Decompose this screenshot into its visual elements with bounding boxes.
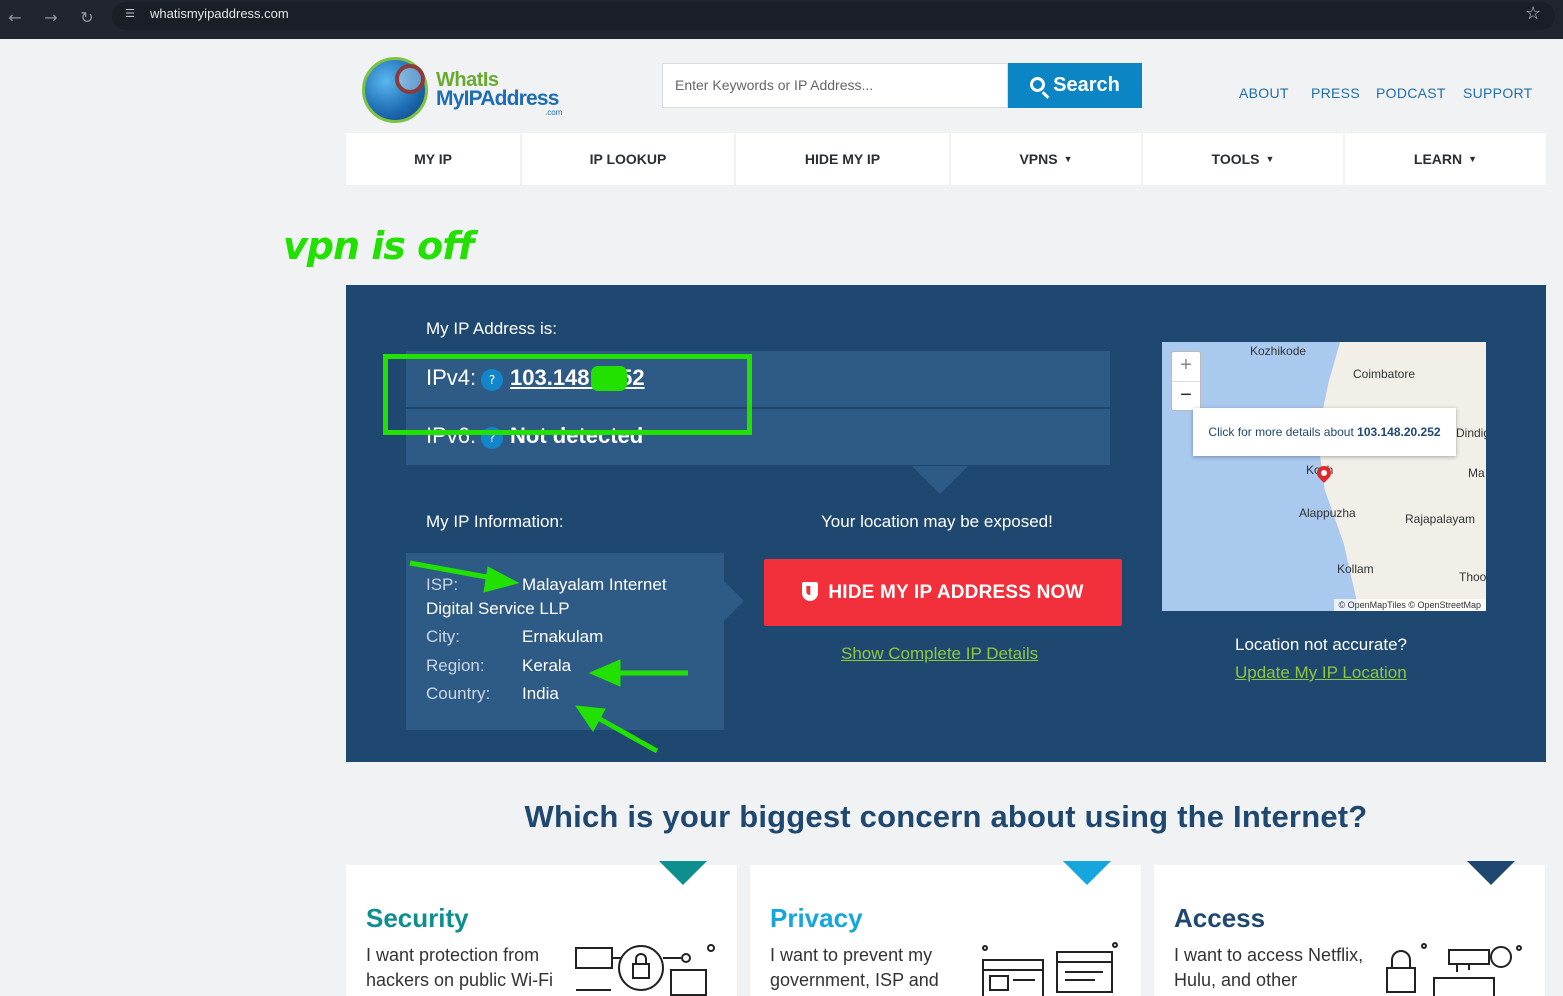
arrow-left-icon[interactable]: ← (4, 7, 26, 29)
nav-label: VPNS (1019, 151, 1058, 167)
main-nav: MY IP IP LOOKUP HIDE MY IP VPNS ▼ TOOLS ▼ … (346, 133, 1546, 185)
caret-down-icon: ▼ (1468, 154, 1478, 164)
map-popup-ip: 103.148.20.252 (1357, 425, 1441, 439)
map-popup-text: Click for more details about (1208, 425, 1354, 439)
nav-label: IP LOOKUP (589, 151, 667, 167)
zoom-out-button[interactable]: − (1172, 381, 1200, 410)
highlight-box (383, 354, 752, 435)
url-text[interactable]: whatismyipaddress.com (150, 6, 289, 21)
star-icon[interactable]: ☆ (1525, 3, 1541, 24)
card-text: I want to prevent my government, ISP and (770, 945, 939, 990)
city-label: City: (426, 627, 460, 646)
map-city-label: Dindig (1456, 426, 1486, 440)
hide-ip-button-label: HIDE MY IP ADDRESS NOW (828, 582, 1084, 603)
info-heading: My IP Information: (426, 512, 564, 531)
nav-my-ip[interactable]: MY IP (346, 133, 520, 185)
region-label: Region: (426, 656, 485, 675)
nav-label: TOOLS (1211, 151, 1260, 167)
search-icon (1030, 77, 1046, 92)
browser-windows-icon (982, 942, 1118, 996)
tune-icon[interactable]: ☰ (122, 6, 138, 22)
hide-ip-button[interactable]: HIDE MY IP ADDRESS NOW (764, 559, 1122, 626)
search-button[interactable]: Search (1008, 63, 1142, 108)
map-zoom-control: + − (1171, 351, 1201, 411)
card-tab-marker (659, 861, 707, 885)
nav-learn[interactable]: LEARN ▼ (1345, 133, 1546, 185)
info-pointer (724, 581, 744, 621)
nav-tools[interactable]: TOOLS ▼ (1143, 133, 1343, 185)
logo-suffix: .com (545, 108, 563, 117)
city-value: Ernakulam (522, 627, 604, 646)
concern-card-privacy[interactable]: Privacy I want to prevent my government,… (750, 861, 1141, 996)
nav-hide-my-ip[interactable]: HIDE MY IP (736, 133, 949, 185)
redaction-blob (591, 366, 627, 391)
key-lock-icon (1386, 943, 1522, 996)
caret-down-icon: ▼ (1063, 154, 1073, 164)
card-tab-marker (1063, 861, 1111, 885)
logo-text-line2: MyIPAddress (436, 87, 559, 110)
network-lock-icon (575, 944, 715, 996)
card-tab-marker (1467, 861, 1515, 885)
caret-down-icon: ▼ (1265, 154, 1275, 164)
ip-info-box: ISP: Malayalam Internet Digital Service … (406, 553, 724, 730)
shield-icon (802, 582, 819, 601)
map-popup[interactable]: Click for more details about 103.148.20.… (1193, 408, 1456, 456)
map-city-label: Ma (1468, 466, 1485, 480)
zoom-in-button[interactable]: + (1172, 352, 1200, 381)
browser-toolbar: ← → ↻ ☰ whatismyipaddress.com ☆ (0, 0, 1563, 39)
podcast-link[interactable]: PODCAST (1376, 85, 1446, 101)
map-city-label: Alappuzha (1299, 506, 1356, 520)
reload-icon[interactable]: ↻ (76, 7, 98, 29)
card-text: I want protection from hackers on public… (366, 945, 554, 990)
annotation-note: vpn is off (283, 224, 474, 268)
isp-label: ISP: (426, 575, 459, 594)
nav-label: HIDE MY IP (804, 151, 881, 167)
ip-pointer (912, 466, 968, 494)
search-input[interactable]: Enter Keywords or IP Address... (662, 63, 1008, 108)
card-text: I want to access Netflix, Hulu, and othe… (1174, 945, 1364, 990)
map-city-label: Thoo (1459, 570, 1486, 584)
concern-card-access[interactable]: Access I want to access Netflix, Hulu, a… (1154, 861, 1545, 996)
nav-vpns[interactable]: VPNS ▼ (951, 133, 1141, 185)
isp-value: Malayalam Internet (522, 575, 667, 594)
country-label: Country: (426, 684, 491, 703)
arrow-right-icon[interactable]: → (40, 7, 62, 29)
country-value: India (522, 684, 559, 703)
concern-card-security[interactable]: Security I want protection from hackers … (346, 861, 737, 996)
press-link[interactable]: PRESS (1311, 85, 1360, 101)
nav-label: LEARN (1413, 151, 1463, 167)
show-details-link[interactable]: Show Complete IP Details (841, 644, 1038, 664)
map-city-label: Kollam (1337, 562, 1374, 576)
map-city-label: Coimbatore (1353, 367, 1416, 381)
exposed-text: Your location may be exposed! (821, 512, 1053, 531)
globe-icon (362, 57, 428, 123)
address-bar[interactable] (112, 2, 1555, 30)
search-button-label: Search (1053, 74, 1120, 96)
nav-label: MY IP (414, 151, 452, 167)
isp-value-cont: Digital Service LLP (426, 599, 570, 618)
support-link[interactable]: SUPPORT (1463, 85, 1533, 101)
location-map[interactable]: Kozhikode Coimbatore Dindig Ma Koch Alap… (1162, 342, 1486, 611)
map-city-label: Rajapalayam (1405, 512, 1476, 526)
ip-heading: My IP Address is: (426, 319, 558, 338)
card-title: Access (1174, 903, 1266, 933)
about-link[interactable]: ABOUT (1239, 85, 1289, 101)
region-value: Kerala (522, 656, 572, 675)
concern-title: Which is your biggest concern about usin… (524, 799, 1368, 834)
site-logo[interactable]: WhatIs MyIPAddress .com (360, 55, 575, 130)
update-location-link[interactable]: Update My IP Location (1235, 663, 1407, 683)
card-title: Security (366, 903, 469, 933)
card-title: Privacy (770, 903, 863, 933)
nav-ip-lookup[interactable]: IP LOOKUP (522, 133, 734, 185)
location-question: Location not accurate? (1235, 635, 1408, 654)
map-attribution: © OpenMapTiles © OpenStreetMap (1333, 599, 1486, 611)
map-city-label: Kozhikode (1250, 344, 1307, 358)
